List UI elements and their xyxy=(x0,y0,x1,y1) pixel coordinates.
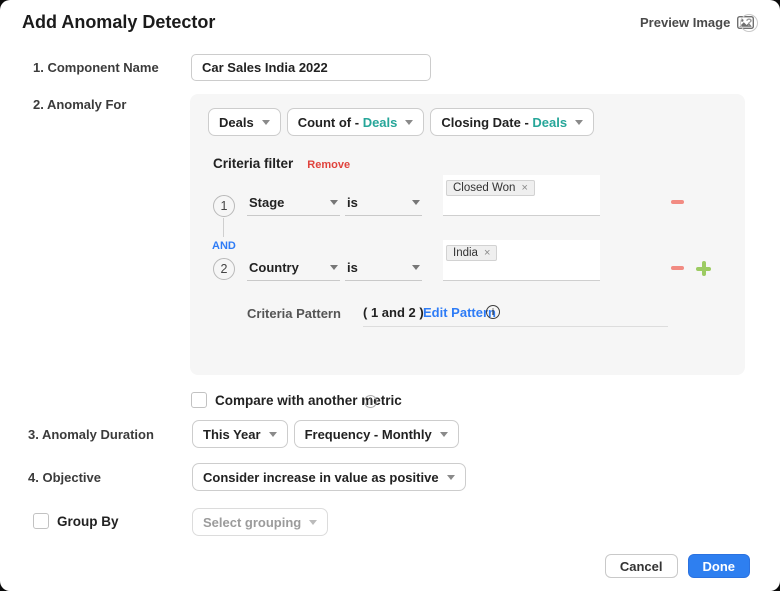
chevron-down-icon xyxy=(412,200,420,205)
criteria-values-box[interactable]: Closed Won × xyxy=(443,175,600,216)
criteria-pattern-value: ( 1 and 2 ) xyxy=(363,305,424,320)
group-by-label: Group By xyxy=(57,514,119,529)
criteria-row-number: 2 xyxy=(213,258,235,280)
criteria-filter-title: Criteria filter xyxy=(213,156,294,171)
compare-info-icon[interactable]: i xyxy=(364,395,377,408)
criteria-field-label: Country xyxy=(249,260,299,275)
aggregate-dropdown[interactable]: Count of - Deals xyxy=(286,108,425,136)
chevron-down-icon xyxy=(446,474,455,480)
chevron-down-icon xyxy=(405,119,414,125)
criteria-pattern-label: Criteria Pattern xyxy=(247,306,341,321)
frequency-dropdown[interactable]: Frequency - Monthly xyxy=(293,420,459,448)
group-by-controls: Select grouping xyxy=(192,508,329,536)
criteria-field-label: Stage xyxy=(249,195,285,210)
criteria-field-select[interactable]: Country xyxy=(247,257,340,281)
value-chip: India × xyxy=(446,245,498,261)
edit-pattern-link[interactable]: Edit Pattern xyxy=(423,305,496,320)
connector-line xyxy=(223,218,224,237)
objective-value-label: Consider increase in value as positive xyxy=(203,469,439,485)
objective-label: 4. Objective xyxy=(28,470,101,485)
objective-controls: Consider increase in value as positive xyxy=(192,463,466,491)
component-name-input[interactable] xyxy=(191,54,431,81)
preview-image-button[interactable]: Preview Image xyxy=(640,15,755,30)
objective-dropdown[interactable]: Consider increase in value as positive xyxy=(192,463,466,491)
anomaly-metric-panel: Deals Count of - Deals Closing Date - De… xyxy=(190,94,745,375)
anomaly-duration-label: 3. Anomaly Duration xyxy=(28,427,154,442)
add-row-button[interactable] xyxy=(696,261,711,276)
done-button[interactable]: Done xyxy=(687,554,750,578)
pattern-info-icon[interactable]: i xyxy=(486,305,500,319)
remove-criteria-link[interactable]: Remove xyxy=(307,159,350,171)
date-field-dropdown[interactable]: Closing Date - Deals xyxy=(430,108,595,136)
help-icon[interactable]: ? xyxy=(740,14,758,32)
page-title: Add Anomaly Detector xyxy=(22,12,216,32)
chevron-down-icon xyxy=(330,200,338,205)
value-chip: Closed Won × xyxy=(446,180,535,196)
criteria-filter-header: Criteria filter Remove xyxy=(213,156,350,171)
criteria-operator-label: is xyxy=(347,195,358,210)
criteria-operator-select[interactable]: is xyxy=(345,257,422,281)
base-table-label: Deals xyxy=(219,114,254,130)
chevron-down-icon xyxy=(412,265,420,270)
and-conjunction-label: AND xyxy=(210,240,238,252)
grouping-dropdown[interactable]: Select grouping xyxy=(192,508,329,536)
frequency-label: Frequency - Monthly xyxy=(304,426,432,442)
duration-period-dropdown[interactable]: This Year xyxy=(192,420,288,448)
value-chip-label: Closed Won xyxy=(453,182,516,194)
chevron-down-icon xyxy=(439,431,448,437)
chevron-down-icon xyxy=(261,119,270,125)
chevron-down-icon xyxy=(330,265,338,270)
chevron-down-icon xyxy=(309,519,318,525)
add-anomaly-detector-dialog: Add Anomaly Detector Preview Image ? 1. … xyxy=(0,0,780,591)
criteria-operator-label: is xyxy=(347,260,358,275)
duration-period-label: This Year xyxy=(203,426,261,442)
anomaly-duration-controls: This Year Frequency - Monthly xyxy=(192,420,459,448)
criteria-field-select[interactable]: Stage xyxy=(247,192,340,216)
value-chip-label: India xyxy=(453,247,478,259)
criteria-operator-select[interactable]: is xyxy=(345,192,422,216)
criteria-values-box[interactable]: India × xyxy=(443,240,600,281)
component-name-label: 1. Component Name xyxy=(33,60,159,75)
footer-actions: Cancel Done xyxy=(604,554,750,578)
remove-row-button[interactable] xyxy=(671,266,684,270)
aggregate-label: Count of - Deals xyxy=(297,114,398,130)
date-field-label: Closing Date - Deals xyxy=(441,114,568,130)
remove-row-button[interactable] xyxy=(671,200,684,204)
compare-metric-checkbox[interactable] xyxy=(191,392,207,408)
anomaly-for-label: 2. Anomaly For xyxy=(33,97,127,112)
preview-image-label: Preview Image xyxy=(640,15,731,30)
criteria-row-number: 1 xyxy=(213,195,235,217)
pattern-underline xyxy=(363,326,668,327)
grouping-placeholder: Select grouping xyxy=(203,514,302,530)
chevron-down-icon xyxy=(268,431,277,437)
base-table-dropdown[interactable]: Deals xyxy=(208,108,281,136)
cancel-button[interactable]: Cancel xyxy=(604,554,678,578)
group-by-checkbox[interactable] xyxy=(33,513,49,529)
metric-dropdown-row: Deals Count of - Deals Closing Date - De… xyxy=(208,108,595,136)
chip-remove-icon[interactable]: × xyxy=(521,182,527,194)
chip-remove-icon[interactable]: × xyxy=(484,247,490,259)
chevron-down-icon xyxy=(575,119,584,125)
